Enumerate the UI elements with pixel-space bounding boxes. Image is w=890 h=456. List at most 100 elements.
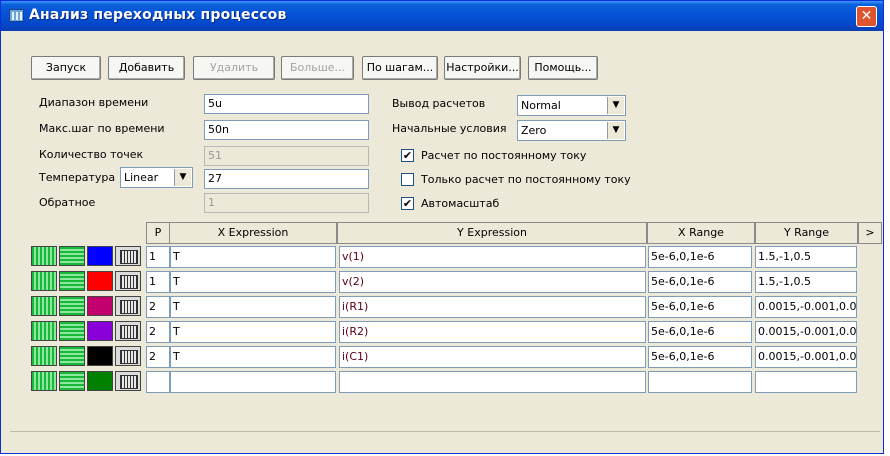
y-range-cell[interactable]: 1.5,-1,0.5: [755, 246, 857, 268]
output-value: Normal: [521, 99, 561, 112]
time-range-input[interactable]: 5u: [204, 94, 369, 114]
y-range-cell[interactable]: 0.0015,-0.001,0.0: [755, 321, 857, 343]
plot-lines-icon[interactable]: [31, 346, 57, 366]
y-range-cell[interactable]: 0.0015,-0.001,0.0: [755, 296, 857, 318]
run-button[interactable]: Запуск: [31, 56, 101, 80]
p-cell[interactable]: [146, 371, 170, 393]
output-select[interactable]: Normal ▼: [517, 95, 626, 116]
app-icon: [9, 9, 24, 22]
x-expression-cell[interactable]: [170, 371, 336, 393]
color-swatch[interactable]: [87, 321, 113, 341]
x-expression-cell[interactable]: T: [170, 296, 336, 318]
y-range-cell[interactable]: 0.0015,-0.001,0.0: [755, 346, 857, 368]
close-icon: ✕: [860, 8, 873, 24]
x-expression-cell[interactable]: T: [170, 271, 336, 293]
max-step-label: Макс.шаг по времени: [39, 122, 165, 135]
x-range-cell[interactable]: 5e-6,0,1e-6: [648, 246, 752, 268]
num-points-label: Количество точек: [39, 148, 144, 161]
plot-lines-icon[interactable]: [31, 321, 57, 341]
delete-button[interactable]: Удалить: [193, 56, 275, 80]
temperature-mode-select[interactable]: Linear ▼: [120, 167, 193, 188]
x-range-cell[interactable]: 5e-6,0,1e-6: [648, 321, 752, 343]
color-swatch[interactable]: [87, 246, 113, 266]
x-range-cell[interactable]: 5e-6,0,1e-6: [648, 296, 752, 318]
p-cell[interactable]: 1: [146, 271, 170, 293]
header-x-expression: X Expression: [169, 222, 337, 244]
x-range-cell[interactable]: [648, 371, 752, 393]
more-button[interactable]: Больше...: [281, 56, 354, 80]
y-range-cell[interactable]: 1.5,-1,0.5: [755, 271, 857, 293]
x-expression-cell[interactable]: T: [170, 346, 336, 368]
x-expression-cell[interactable]: T: [170, 246, 336, 268]
plot-rows-icon[interactable]: [59, 271, 85, 291]
plot-lines-icon[interactable]: [31, 271, 57, 291]
p-cell[interactable]: 2: [146, 346, 170, 368]
initial-conditions-select[interactable]: Zero ▼: [517, 120, 626, 141]
transient-analysis-dialog: Анализ переходных процессов ✕ Запуск Доб…: [0, 0, 884, 454]
temperature-mode-value: Linear: [124, 171, 159, 184]
dc-calc-label: Расчет по постоянному току: [421, 149, 587, 162]
plot-grid-icon[interactable]: [115, 371, 141, 391]
chevron-down-icon[interactable]: ▼: [607, 122, 624, 139]
status-bar: [10, 431, 880, 452]
help-button[interactable]: Помощь...: [528, 56, 598, 80]
plot-grid-icon[interactable]: [115, 271, 141, 291]
y-expression-cell[interactable]: i(R1): [339, 296, 646, 318]
add-button[interactable]: Добавить: [108, 56, 185, 80]
y-expression-cell[interactable]: [339, 371, 646, 393]
plot-grid-icon[interactable]: [115, 321, 141, 341]
plot-lines-icon[interactable]: [31, 296, 57, 316]
initial-conditions-value: Zero: [521, 124, 547, 137]
temperature-input[interactable]: 27: [204, 169, 369, 189]
p-cell[interactable]: 1: [146, 246, 170, 268]
chevron-down-icon[interactable]: ▼: [607, 97, 624, 114]
plot-rows-icon[interactable]: [59, 321, 85, 341]
time-range-label: Диапазон времени: [39, 96, 149, 109]
p-cell[interactable]: 2: [146, 321, 170, 343]
plot-grid-icon[interactable]: [115, 346, 141, 366]
reverse-label: Обратное: [39, 196, 96, 209]
color-swatch[interactable]: [87, 271, 113, 291]
dc-only-checkbox[interactable]: [401, 173, 414, 186]
x-range-cell[interactable]: 5e-6,0,1e-6: [648, 346, 752, 368]
y-expression-cell[interactable]: i(R2): [339, 321, 646, 343]
window-title: Анализ переходных процессов: [29, 7, 287, 23]
initial-conditions-label: Начальные условия: [392, 122, 507, 135]
chevron-down-icon[interactable]: ▼: [174, 169, 191, 186]
close-button[interactable]: ✕: [856, 6, 877, 27]
header-p: P: [146, 222, 170, 244]
plot-lines-icon[interactable]: [31, 371, 57, 391]
plot-grid-icon[interactable]: [115, 296, 141, 316]
autoscale-label: Автомасштаб: [421, 197, 500, 210]
title-bar[interactable]: Анализ переходных процессов ✕: [1, 1, 883, 31]
y-expression-cell[interactable]: v(2): [339, 271, 646, 293]
x-range-cell[interactable]: 5e-6,0,1e-6: [648, 271, 752, 293]
temperature-label: Температура: [39, 171, 116, 184]
scroll-right-button[interactable]: >: [858, 222, 882, 244]
num-points-input[interactable]: 51: [204, 146, 369, 166]
settings-button[interactable]: Настройки...: [444, 56, 521, 80]
y-expression-cell[interactable]: v(1): [339, 246, 646, 268]
reverse-input[interactable]: 1: [204, 193, 369, 213]
color-swatch[interactable]: [87, 371, 113, 391]
plot-rows-icon[interactable]: [59, 296, 85, 316]
header-x-range: X Range: [647, 222, 755, 244]
plot-lines-icon[interactable]: [31, 246, 57, 266]
stepping-button[interactable]: По шагам...: [362, 56, 438, 80]
plot-rows-icon[interactable]: [59, 246, 85, 266]
color-swatch[interactable]: [87, 296, 113, 316]
p-cell[interactable]: 2: [146, 296, 170, 318]
y-expression-cell[interactable]: i(C1): [339, 346, 646, 368]
plot-grid-icon[interactable]: [115, 246, 141, 266]
dc-calc-checkbox[interactable]: ✔: [401, 149, 414, 162]
color-swatch[interactable]: [87, 346, 113, 366]
autoscale-checkbox[interactable]: ✔: [401, 197, 414, 210]
plot-rows-icon[interactable]: [59, 371, 85, 391]
output-label: Вывод расчетов: [392, 97, 486, 110]
header-y-expression: Y Expression: [337, 222, 647, 244]
plot-rows-icon[interactable]: [59, 346, 85, 366]
max-step-input[interactable]: 50n: [204, 120, 369, 140]
y-range-cell[interactable]: [755, 371, 857, 393]
header-y-range: Y Range: [755, 222, 858, 244]
x-expression-cell[interactable]: T: [170, 321, 336, 343]
